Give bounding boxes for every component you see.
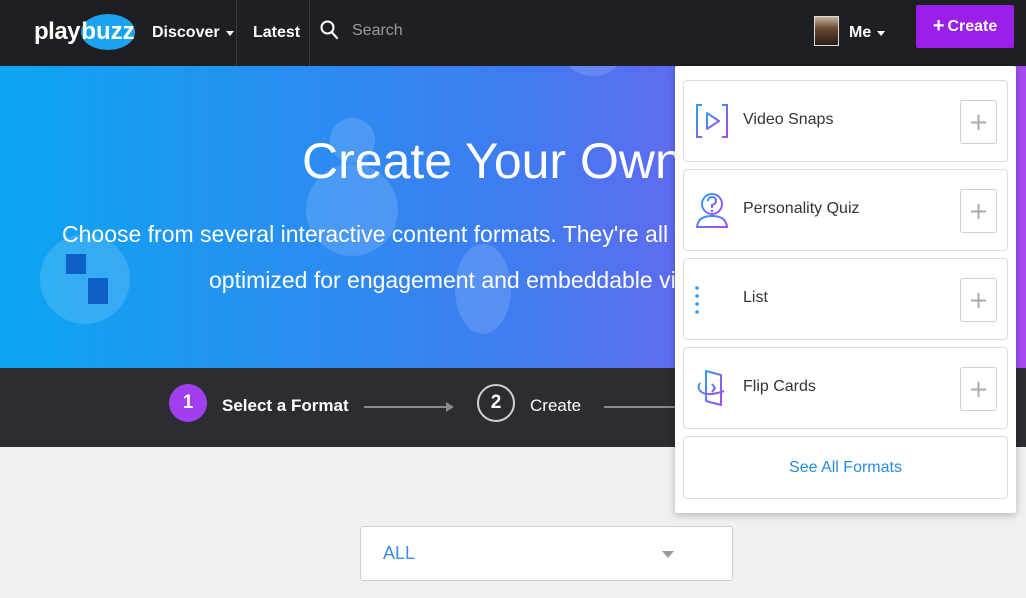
- format-label: Personality Quiz: [743, 200, 860, 217]
- nav-divider: [236, 0, 237, 66]
- logo-text-play: play: [34, 18, 81, 45]
- create-dropdown-menu: Video Snaps + Personality Quiz + List +: [675, 66, 1016, 513]
- format-filter-select[interactable]: ALL: [360, 526, 733, 581]
- format-label: Flip Cards: [743, 378, 816, 395]
- search-input[interactable]: [352, 18, 652, 44]
- list-icon: [695, 286, 728, 314]
- create-label: Create: [947, 17, 998, 35]
- arrow-right-icon: [446, 402, 454, 412]
- format-item-video-snaps[interactable]: Video Snaps +: [683, 80, 1008, 162]
- playbuzz-logo[interactable]: play buzz: [34, 14, 136, 50]
- format-item-flip-cards[interactable]: Flip Cards +: [683, 347, 1008, 429]
- format-item-list[interactable]: List +: [683, 258, 1008, 340]
- decorative-square: [66, 254, 86, 274]
- see-all-formats-link[interactable]: See All Formats: [683, 436, 1008, 499]
- format-label: Video Snaps: [743, 111, 834, 128]
- chevron-down-icon: [662, 551, 674, 558]
- logo-text-buzz: buzz: [81, 14, 136, 50]
- nav-divider: [309, 0, 310, 66]
- step-2-number: 2: [477, 384, 515, 422]
- step-1-label: Select a Format: [222, 396, 349, 415]
- create-button[interactable]: + Create: [916, 5, 1014, 48]
- discover-menu[interactable]: Discover: [152, 0, 234, 66]
- format-item-personality-quiz[interactable]: Personality Quiz +: [683, 169, 1008, 251]
- step-arrow: [604, 406, 676, 408]
- step-2-label: Create: [530, 396, 582, 415]
- discover-label: Discover: [152, 24, 220, 41]
- decorative-bubble: [563, 66, 623, 76]
- format-label: List: [743, 289, 768, 306]
- add-format-button[interactable]: +: [960, 367, 997, 411]
- decorative-square: [88, 278, 108, 304]
- latest-label: Latest: [253, 24, 301, 41]
- person-question-icon: [695, 193, 729, 228]
- latest-link[interactable]: Latest: [253, 0, 300, 66]
- chevron-down-icon: [877, 30, 886, 36]
- me-label: Me: [849, 24, 872, 41]
- hero-title: Create Your Own B: [302, 133, 731, 189]
- avatar[interactable]: [814, 16, 839, 46]
- filter-selected-value: ALL: [383, 543, 416, 563]
- chevron-down-icon: [225, 30, 234, 36]
- flip-cards-icon: [697, 370, 725, 406]
- step-1-number: 1: [169, 384, 207, 422]
- search-icon[interactable]: [320, 20, 338, 40]
- plus-icon: +: [932, 15, 945, 37]
- add-format-button[interactable]: +: [960, 100, 997, 144]
- add-format-button[interactable]: +: [960, 278, 997, 322]
- top-navbar: play buzz Discover Latest Me + Create: [0, 0, 1026, 66]
- me-menu[interactable]: Me: [849, 0, 886, 66]
- add-format-button[interactable]: +: [960, 189, 997, 233]
- step-arrow: [364, 406, 446, 408]
- video-play-icon: [696, 104, 728, 138]
